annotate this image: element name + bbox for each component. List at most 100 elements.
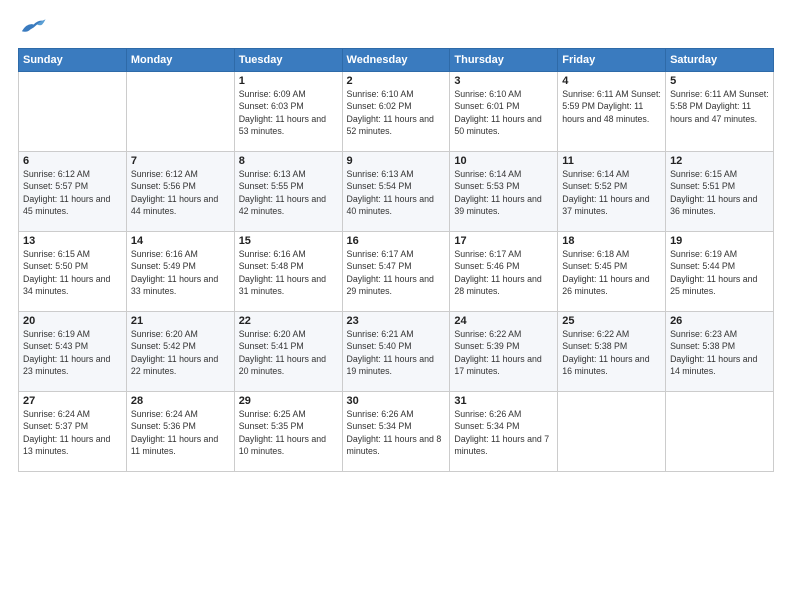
day-detail: Sunrise: 6:22 AM Sunset: 5:39 PM Dayligh… bbox=[454, 328, 553, 377]
calendar-cell bbox=[126, 72, 234, 152]
day-number: 3 bbox=[454, 75, 553, 87]
day-number: 16 bbox=[347, 235, 446, 247]
calendar-week-row: 13Sunrise: 6:15 AM Sunset: 5:50 PM Dayli… bbox=[19, 232, 774, 312]
day-detail: Sunrise: 6:17 AM Sunset: 5:46 PM Dayligh… bbox=[454, 248, 553, 297]
day-detail: Sunrise: 6:14 AM Sunset: 5:52 PM Dayligh… bbox=[562, 168, 661, 217]
calendar-cell: 18Sunrise: 6:18 AM Sunset: 5:45 PM Dayli… bbox=[558, 232, 666, 312]
day-number: 21 bbox=[131, 315, 230, 327]
calendar-cell: 13Sunrise: 6:15 AM Sunset: 5:50 PM Dayli… bbox=[19, 232, 127, 312]
calendar-cell: 28Sunrise: 6:24 AM Sunset: 5:36 PM Dayli… bbox=[126, 392, 234, 472]
day-detail: Sunrise: 6:16 AM Sunset: 5:48 PM Dayligh… bbox=[239, 248, 338, 297]
day-detail: Sunrise: 6:26 AM Sunset: 5:34 PM Dayligh… bbox=[347, 408, 446, 457]
day-detail: Sunrise: 6:22 AM Sunset: 5:38 PM Dayligh… bbox=[562, 328, 661, 377]
day-number: 19 bbox=[670, 235, 769, 247]
calendar-cell: 16Sunrise: 6:17 AM Sunset: 5:47 PM Dayli… bbox=[342, 232, 450, 312]
day-detail: Sunrise: 6:12 AM Sunset: 5:57 PM Dayligh… bbox=[23, 168, 122, 217]
calendar-cell: 31Sunrise: 6:26 AM Sunset: 5:34 PM Dayli… bbox=[450, 392, 558, 472]
calendar-week-row: 6Sunrise: 6:12 AM Sunset: 5:57 PM Daylig… bbox=[19, 152, 774, 232]
day-number: 22 bbox=[239, 315, 338, 327]
calendar-cell: 1Sunrise: 6:09 AM Sunset: 6:03 PM Daylig… bbox=[234, 72, 342, 152]
calendar-cell: 3Sunrise: 6:10 AM Sunset: 6:01 PM Daylig… bbox=[450, 72, 558, 152]
day-number: 31 bbox=[454, 395, 553, 407]
calendar-cell: 8Sunrise: 6:13 AM Sunset: 5:55 PM Daylig… bbox=[234, 152, 342, 232]
day-number: 29 bbox=[239, 395, 338, 407]
weekday-header-wednesday: Wednesday bbox=[342, 49, 450, 72]
day-number: 26 bbox=[670, 315, 769, 327]
calendar-cell: 29Sunrise: 6:25 AM Sunset: 5:35 PM Dayli… bbox=[234, 392, 342, 472]
day-number: 27 bbox=[23, 395, 122, 407]
day-number: 24 bbox=[454, 315, 553, 327]
calendar-week-row: 20Sunrise: 6:19 AM Sunset: 5:43 PM Dayli… bbox=[19, 312, 774, 392]
day-number: 12 bbox=[670, 155, 769, 167]
day-detail: Sunrise: 6:12 AM Sunset: 5:56 PM Dayligh… bbox=[131, 168, 230, 217]
day-number: 5 bbox=[670, 75, 769, 87]
calendar-cell: 27Sunrise: 6:24 AM Sunset: 5:37 PM Dayli… bbox=[19, 392, 127, 472]
day-number: 18 bbox=[562, 235, 661, 247]
day-detail: Sunrise: 6:24 AM Sunset: 5:36 PM Dayligh… bbox=[131, 408, 230, 457]
day-detail: Sunrise: 6:15 AM Sunset: 5:50 PM Dayligh… bbox=[23, 248, 122, 297]
weekday-header-saturday: Saturday bbox=[666, 49, 774, 72]
weekday-header-monday: Monday bbox=[126, 49, 234, 72]
calendar-cell: 9Sunrise: 6:13 AM Sunset: 5:54 PM Daylig… bbox=[342, 152, 450, 232]
day-number: 1 bbox=[239, 75, 338, 87]
calendar-cell: 25Sunrise: 6:22 AM Sunset: 5:38 PM Dayli… bbox=[558, 312, 666, 392]
day-number: 23 bbox=[347, 315, 446, 327]
calendar-cell bbox=[666, 392, 774, 472]
calendar-cell: 23Sunrise: 6:21 AM Sunset: 5:40 PM Dayli… bbox=[342, 312, 450, 392]
weekday-header-friday: Friday bbox=[558, 49, 666, 72]
day-number: 15 bbox=[239, 235, 338, 247]
day-detail: Sunrise: 6:10 AM Sunset: 6:02 PM Dayligh… bbox=[347, 88, 446, 137]
day-number: 13 bbox=[23, 235, 122, 247]
day-detail: Sunrise: 6:19 AM Sunset: 5:43 PM Dayligh… bbox=[23, 328, 122, 377]
calendar-cell: 22Sunrise: 6:20 AM Sunset: 5:41 PM Dayli… bbox=[234, 312, 342, 392]
day-detail: Sunrise: 6:16 AM Sunset: 5:49 PM Dayligh… bbox=[131, 248, 230, 297]
day-detail: Sunrise: 6:21 AM Sunset: 5:40 PM Dayligh… bbox=[347, 328, 446, 377]
calendar-week-row: 1Sunrise: 6:09 AM Sunset: 6:03 PM Daylig… bbox=[19, 72, 774, 152]
day-number: 8 bbox=[239, 155, 338, 167]
calendar-cell: 15Sunrise: 6:16 AM Sunset: 5:48 PM Dayli… bbox=[234, 232, 342, 312]
calendar-cell: 11Sunrise: 6:14 AM Sunset: 5:52 PM Dayli… bbox=[558, 152, 666, 232]
day-detail: Sunrise: 6:15 AM Sunset: 5:51 PM Dayligh… bbox=[670, 168, 769, 217]
page: SundayMondayTuesdayWednesdayThursdayFrid… bbox=[0, 0, 792, 612]
day-detail: Sunrise: 6:10 AM Sunset: 6:01 PM Dayligh… bbox=[454, 88, 553, 137]
day-number: 28 bbox=[131, 395, 230, 407]
day-detail: Sunrise: 6:09 AM Sunset: 6:03 PM Dayligh… bbox=[239, 88, 338, 137]
weekday-header-tuesday: Tuesday bbox=[234, 49, 342, 72]
calendar-cell: 6Sunrise: 6:12 AM Sunset: 5:57 PM Daylig… bbox=[19, 152, 127, 232]
day-detail: Sunrise: 6:13 AM Sunset: 5:55 PM Dayligh… bbox=[239, 168, 338, 217]
calendar-cell: 26Sunrise: 6:23 AM Sunset: 5:38 PM Dayli… bbox=[666, 312, 774, 392]
calendar-cell: 5Sunrise: 6:11 AM Sunset: 5:58 PM Daylig… bbox=[666, 72, 774, 152]
day-detail: Sunrise: 6:17 AM Sunset: 5:47 PM Dayligh… bbox=[347, 248, 446, 297]
calendar-cell: 4Sunrise: 6:11 AM Sunset: 5:59 PM Daylig… bbox=[558, 72, 666, 152]
calendar-cell bbox=[558, 392, 666, 472]
day-detail: Sunrise: 6:23 AM Sunset: 5:38 PM Dayligh… bbox=[670, 328, 769, 377]
day-detail: Sunrise: 6:26 AM Sunset: 5:34 PM Dayligh… bbox=[454, 408, 553, 457]
calendar-cell: 24Sunrise: 6:22 AM Sunset: 5:39 PM Dayli… bbox=[450, 312, 558, 392]
logo-bird-icon bbox=[18, 16, 46, 38]
day-detail: Sunrise: 6:11 AM Sunset: 5:58 PM Dayligh… bbox=[670, 88, 769, 125]
calendar-cell: 2Sunrise: 6:10 AM Sunset: 6:02 PM Daylig… bbox=[342, 72, 450, 152]
day-number: 6 bbox=[23, 155, 122, 167]
calendar-cell: 17Sunrise: 6:17 AM Sunset: 5:46 PM Dayli… bbox=[450, 232, 558, 312]
day-detail: Sunrise: 6:20 AM Sunset: 5:41 PM Dayligh… bbox=[239, 328, 338, 377]
header bbox=[18, 16, 774, 38]
calendar-week-row: 27Sunrise: 6:24 AM Sunset: 5:37 PM Dayli… bbox=[19, 392, 774, 472]
calendar-cell: 10Sunrise: 6:14 AM Sunset: 5:53 PM Dayli… bbox=[450, 152, 558, 232]
day-number: 4 bbox=[562, 75, 661, 87]
calendar-cell bbox=[19, 72, 127, 152]
calendar-cell: 7Sunrise: 6:12 AM Sunset: 5:56 PM Daylig… bbox=[126, 152, 234, 232]
day-detail: Sunrise: 6:18 AM Sunset: 5:45 PM Dayligh… bbox=[562, 248, 661, 297]
calendar-cell: 12Sunrise: 6:15 AM Sunset: 5:51 PM Dayli… bbox=[666, 152, 774, 232]
logo bbox=[18, 16, 50, 38]
day-detail: Sunrise: 6:25 AM Sunset: 5:35 PM Dayligh… bbox=[239, 408, 338, 457]
day-number: 10 bbox=[454, 155, 553, 167]
day-number: 7 bbox=[131, 155, 230, 167]
day-detail: Sunrise: 6:24 AM Sunset: 5:37 PM Dayligh… bbox=[23, 408, 122, 457]
day-number: 25 bbox=[562, 315, 661, 327]
calendar-cell: 19Sunrise: 6:19 AM Sunset: 5:44 PM Dayli… bbox=[666, 232, 774, 312]
weekday-header-sunday: Sunday bbox=[19, 49, 127, 72]
day-detail: Sunrise: 6:13 AM Sunset: 5:54 PM Dayligh… bbox=[347, 168, 446, 217]
calendar-header-row: SundayMondayTuesdayWednesdayThursdayFrid… bbox=[19, 49, 774, 72]
day-number: 9 bbox=[347, 155, 446, 167]
calendar-table: SundayMondayTuesdayWednesdayThursdayFrid… bbox=[18, 48, 774, 472]
